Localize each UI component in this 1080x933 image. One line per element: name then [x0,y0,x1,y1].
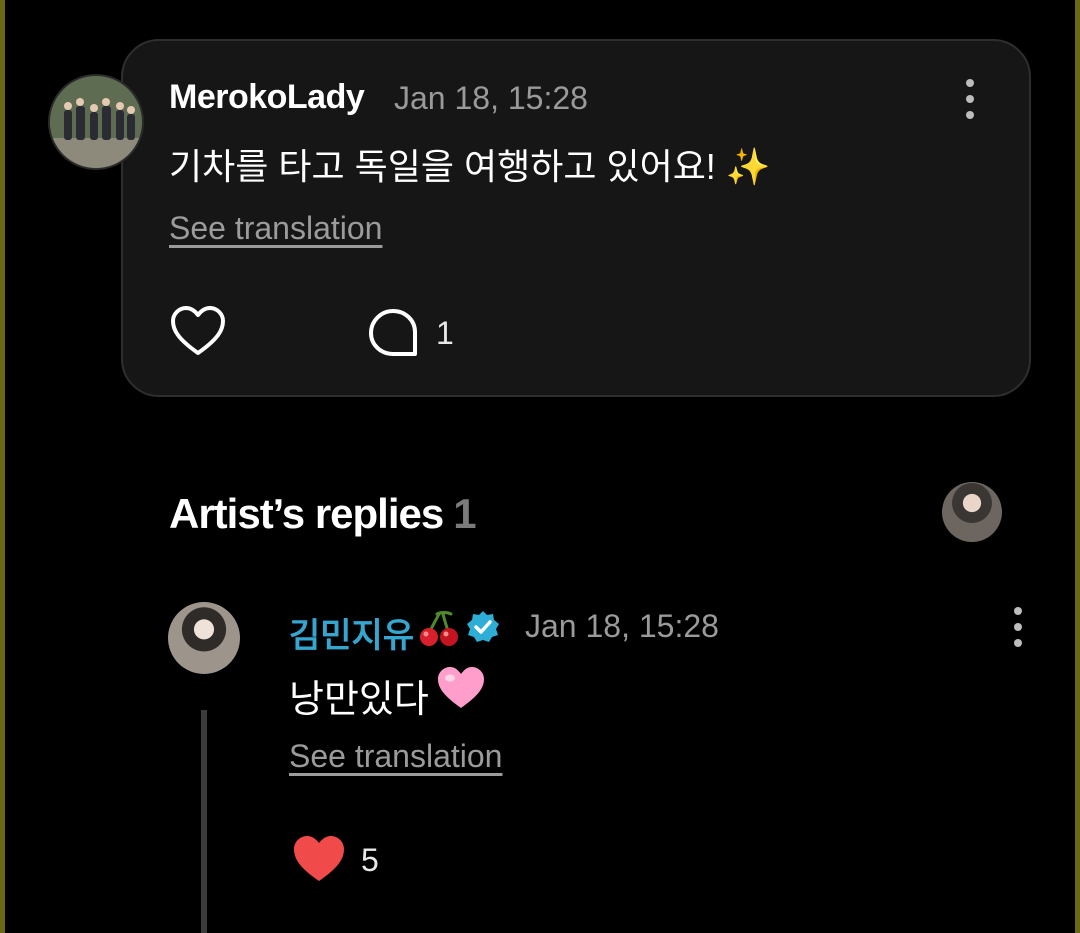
artist-replies-heading: Artist’s replies 1 [169,490,477,538]
post-comment-button[interactable] [368,308,418,358]
post-text: 기차를 타고 독일을 여행하고 있어요! ✨ [169,146,771,187]
pink-heart-emoji-icon [436,666,486,710]
post-like-button[interactable] [170,305,226,359]
window-edge-left [0,0,5,933]
reply-text: 낭만있다 [289,679,429,721]
avatar-photo-icon [50,76,142,168]
reply-more-options-button[interactable] [1006,607,1030,647]
reply-username[interactable]: 김민지유 [289,608,414,657]
post-username[interactable]: MerokoLady [169,78,365,117]
reply-see-translation-link[interactable]: See translation [289,738,502,775]
comment-bubble-icon [369,309,417,356]
verified-badge-icon [466,610,500,644]
artist-avatar-small[interactable] [942,482,1002,542]
post-see-translation-link[interactable]: See translation [169,210,382,247]
cherry-icon [417,608,461,648]
heart-filled-icon [294,836,344,881]
artist-replies-title: Artist’s replies [169,490,444,537]
reply-timestamp: Jan 18, 15:28 [525,608,719,644]
thread-line [201,710,207,933]
reply-like-count: 5 [361,842,379,878]
more-vertical-icon [1014,607,1022,615]
more-vertical-icon [966,79,974,87]
reply-author-avatar[interactable] [168,602,240,674]
heart-outline-icon [171,306,225,355]
window-edge-right [1075,0,1080,933]
post-timestamp: Jan 18, 15:28 [394,80,588,116]
post-author-avatar[interactable] [48,74,144,170]
post-more-options-button[interactable] [958,79,982,119]
artist-replies-count: 1 [453,490,476,537]
reply-like-button[interactable] [292,834,346,884]
post-comment-count: 1 [436,315,454,351]
